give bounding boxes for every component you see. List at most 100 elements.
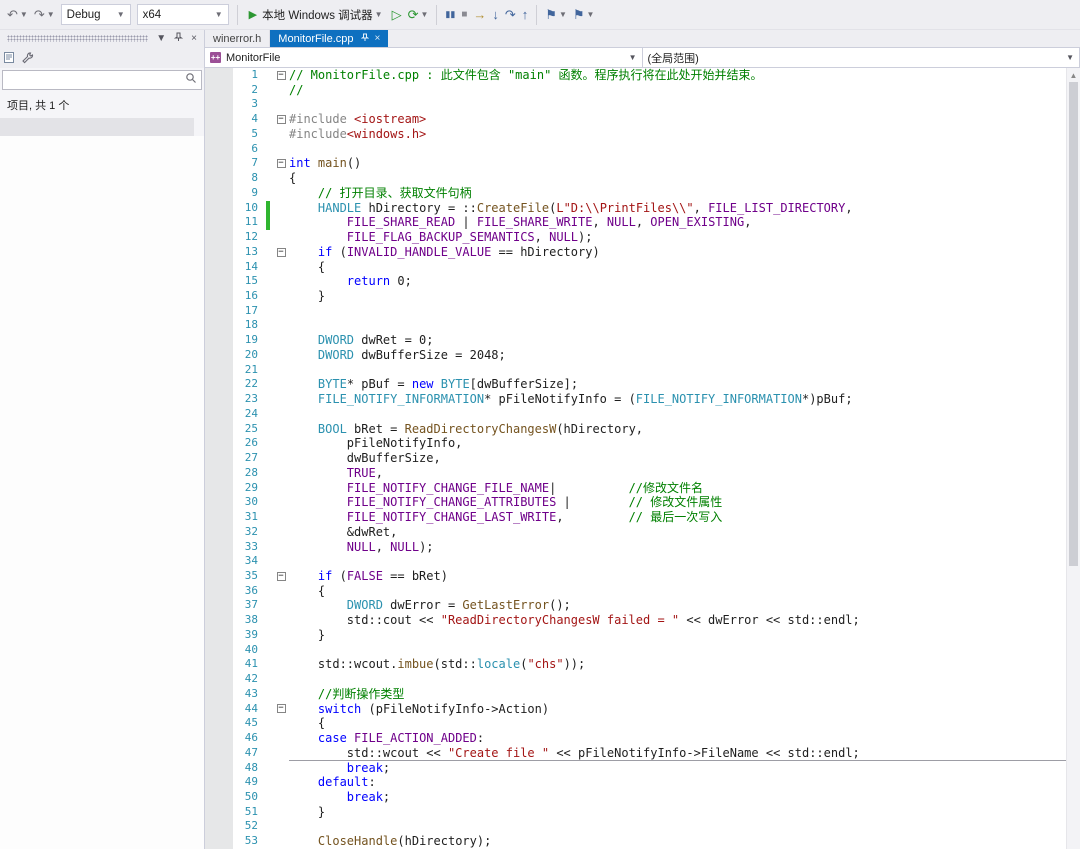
collapse-icon[interactable]: − [277, 71, 286, 80]
breakpoint-margin[interactable] [205, 215, 233, 230]
step-over-button[interactable]: ↷ [502, 6, 519, 23]
code-text[interactable]: FILE_FLAG_BACKUP_SEMANTICS, NULL); [289, 230, 1080, 245]
code-text[interactable] [289, 363, 1080, 378]
code-text[interactable]: break; [289, 790, 1080, 805]
types-dropdown[interactable]: ++ MonitorFile ▼ [205, 48, 642, 67]
tab-monitorfile[interactable]: MonitorFile.cpp × [270, 30, 388, 47]
window-position-menu-icon[interactable]: ▼ [152, 33, 170, 44]
code-text[interactable]: default: [289, 775, 1080, 790]
code-line[interactable]: 1−// MonitorFile.cpp : 此文件包含 "main" 函数。程… [205, 68, 1080, 83]
code-line[interactable]: 36 { [205, 584, 1080, 599]
code-text[interactable]: if (INVALID_HANDLE_VALUE == hDirectory) [289, 245, 1080, 260]
navigate-forward-button[interactable]: ↷ ▼ [31, 6, 58, 23]
breakpoint-margin[interactable] [205, 245, 233, 260]
collapse-icon[interactable]: − [277, 572, 286, 581]
breakpoint-margin[interactable] [205, 540, 233, 555]
code-text[interactable]: CloseHandle(hDirectory); [289, 834, 1080, 849]
code-text[interactable]: } [289, 628, 1080, 643]
code-line[interactable]: 31 FILE_NOTIFY_CHANGE_LAST_WRITE, // 最后一… [205, 510, 1080, 525]
wrench-icon[interactable] [21, 51, 34, 64]
tool-window-grip[interactable] [7, 35, 148, 42]
show-next-statement-button[interactable]: → [470, 6, 489, 23]
breakpoint-margin[interactable] [205, 495, 233, 510]
code-line[interactable]: 13− if (INVALID_HANDLE_VALUE == hDirecto… [205, 245, 1080, 260]
breakpoint-margin[interactable] [205, 554, 233, 569]
code-line[interactable]: 42 [205, 672, 1080, 687]
code-line[interactable]: 3 [205, 97, 1080, 112]
breakpoint-margin[interactable] [205, 731, 233, 746]
breakpoint-margin[interactable] [205, 318, 233, 333]
breakpoint-margin[interactable] [205, 525, 233, 540]
breakpoint-margin[interactable] [205, 274, 233, 289]
code-line[interactable]: 16 } [205, 289, 1080, 304]
step-into-button[interactable]: ↓ [489, 6, 502, 23]
breakpoint-margin[interactable] [205, 83, 233, 98]
code-text[interactable]: // 打开目录、获取文件句柄 [289, 186, 1080, 201]
start-without-debugging-button[interactable]: ▷ [389, 6, 405, 23]
fold-margin[interactable]: − [273, 112, 289, 127]
code-text[interactable] [289, 318, 1080, 333]
tool-window-titlebar[interactable]: ▼ × [0, 30, 204, 47]
code-text[interactable]: pFileNotifyInfo, [289, 436, 1080, 451]
code-line[interactable]: 19 DWORD dwRet = 0; [205, 333, 1080, 348]
code-line[interactable]: 44− switch (pFileNotifyInfo->Action) [205, 702, 1080, 717]
breakpoint-margin[interactable] [205, 230, 233, 245]
code-line[interactable]: 15 return 0; [205, 274, 1080, 289]
breakpoint-margin[interactable] [205, 702, 233, 717]
code-text[interactable]: std::cout << "ReadDirectoryChangesW fail… [289, 613, 1080, 628]
breakpoint-margin[interactable] [205, 584, 233, 599]
code-text[interactable] [289, 672, 1080, 687]
code-text[interactable]: #include <iostream> [289, 112, 1080, 127]
code-text[interactable]: FILE_NOTIFY_INFORMATION* pFileNotifyInfo… [289, 392, 1080, 407]
breakpoint-margin[interactable] [205, 171, 233, 186]
code-text[interactable]: std::wcout << "Create file " << pFileNot… [289, 746, 1080, 761]
restart-button[interactable]: ⟳ ▼ [405, 6, 432, 23]
breakpoint-margin[interactable] [205, 672, 233, 687]
collapse-icon[interactable]: − [277, 248, 286, 257]
code-text[interactable] [289, 97, 1080, 112]
code-text[interactable]: case FILE_ACTION_ADDED: [289, 731, 1080, 746]
fold-margin[interactable]: − [273, 68, 289, 83]
platform-combo[interactable]: x64 ▼ [137, 4, 229, 25]
code-text[interactable]: BYTE* pBuf = new BYTE[dwBufferSize]; [289, 377, 1080, 392]
code-text[interactable]: } [289, 289, 1080, 304]
code-text[interactable]: HANDLE hDirectory = ::CreateFile(L"D:\\P… [289, 201, 1080, 216]
next-bookmark-caret-icon[interactable]: ▼ [587, 10, 595, 19]
code-text[interactable]: FILE_NOTIFY_CHANGE_ATTRIBUTES | // 修改文件属… [289, 495, 1080, 510]
code-line[interactable]: 9 // 打开目录、获取文件句柄 [205, 186, 1080, 201]
fold-margin[interactable]: − [273, 245, 289, 260]
breakpoint-margin[interactable] [205, 407, 233, 422]
code-line[interactable]: 28 TRUE, [205, 466, 1080, 481]
fold-margin[interactable]: − [273, 702, 289, 717]
breakpoint-margin[interactable] [205, 819, 233, 834]
code-line[interactable]: 18 [205, 318, 1080, 333]
breakpoint-margin[interactable] [205, 142, 233, 157]
next-bookmark-button[interactable]: ⚑ ▼ [570, 6, 598, 23]
code-text[interactable]: { [289, 260, 1080, 275]
breakpoint-margin[interactable] [205, 481, 233, 496]
breakpoint-margin[interactable] [205, 834, 233, 849]
code-line[interactable]: 22 BYTE* pBuf = new BYTE[dwBufferSize]; [205, 377, 1080, 392]
code-line[interactable]: 30 FILE_NOTIFY_CHANGE_ATTRIBUTES | // 修改… [205, 495, 1080, 510]
code-line[interactable]: 10 HANDLE hDirectory = ::CreateFile(L"D:… [205, 201, 1080, 216]
code-line[interactable]: 4−#include <iostream> [205, 112, 1080, 127]
code-text[interactable]: DWORD dwRet = 0; [289, 333, 1080, 348]
breakpoint-margin[interactable] [205, 436, 233, 451]
code-text[interactable]: { [289, 584, 1080, 599]
code-line[interactable]: 11 FILE_SHARE_READ | FILE_SHARE_WRITE, N… [205, 215, 1080, 230]
breakpoint-margin[interactable] [205, 775, 233, 790]
configuration-combo[interactable]: Debug ▼ [61, 4, 131, 25]
code-line[interactable]: 29 FILE_NOTIFY_CHANGE_FILE_NAME| //修改文件名 [205, 481, 1080, 496]
code-text[interactable]: break; [289, 761, 1080, 776]
stop-debugging-button[interactable]: ■ [458, 6, 470, 23]
code-line[interactable]: 46 case FILE_ACTION_ADDED: [205, 731, 1080, 746]
code-text[interactable]: } [289, 805, 1080, 820]
code-text[interactable]: FILE_SHARE_READ | FILE_SHARE_WRITE, NULL… [289, 215, 1080, 230]
code-line[interactable]: 34 [205, 554, 1080, 569]
code-line[interactable]: 20 DWORD dwBufferSize = 2048; [205, 348, 1080, 363]
breakpoint-margin[interactable] [205, 392, 233, 407]
code-text[interactable]: switch (pFileNotifyInfo->Action) [289, 702, 1080, 717]
vertical-scrollbar[interactable]: ▲ [1066, 68, 1080, 849]
breakpoint-margin[interactable] [205, 156, 233, 171]
code-line[interactable]: 43 //判断操作类型 [205, 687, 1080, 702]
